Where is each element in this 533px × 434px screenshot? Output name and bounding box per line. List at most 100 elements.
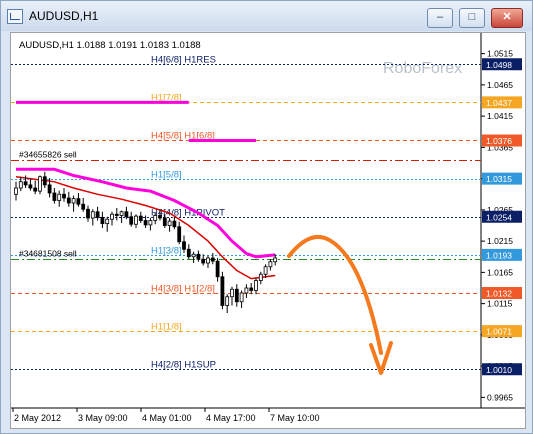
candle-body (28, 184, 33, 189)
candle (42, 171, 47, 188)
candle (119, 210, 124, 223)
candle (81, 198, 86, 212)
price-label: 1.0498 (486, 60, 512, 70)
price-tick-label: 0.9965 (487, 392, 513, 402)
maximize-button[interactable]: □ (459, 8, 485, 28)
level-label: H1[5/8] (151, 170, 182, 181)
price-label: 1.0193 (486, 250, 512, 260)
candle (95, 206, 100, 221)
candle-body (57, 193, 62, 201)
candle-body (234, 288, 239, 303)
candle-body (249, 287, 254, 291)
candle (249, 283, 254, 295)
candle (110, 211, 114, 226)
candle-body (71, 198, 76, 204)
candle (100, 211, 105, 228)
candle-body (186, 248, 191, 258)
minimize-button[interactable]: – (427, 8, 453, 28)
candle-body (114, 213, 119, 216)
order-label: #34681508 sell (19, 249, 77, 259)
candle (191, 251, 196, 263)
candle (239, 290, 244, 308)
candle-body (38, 176, 42, 192)
candle-body (177, 226, 182, 243)
title-bar[interactable]: AUDUSD,H1 – □ ✕ (1, 1, 532, 31)
price-label: 1.0315 (486, 174, 512, 184)
candle (167, 218, 172, 232)
candle (129, 211, 134, 227)
candle (230, 286, 234, 306)
level-label: H1[3/8] (151, 246, 182, 257)
price-tick-label: 1.0415 (487, 111, 513, 121)
candle-body (119, 211, 124, 216)
chart-area[interactable]: AUDUSD,H1 1.0188 1.0191 1.0183 1.0188 Ro… (10, 32, 526, 429)
candle-body (273, 257, 278, 263)
candle-body (90, 211, 95, 219)
price-label: 1.0376 (486, 136, 512, 146)
candle (186, 244, 191, 260)
candle-body (268, 261, 273, 268)
candle (196, 250, 201, 262)
price-label: 1.0437 (486, 98, 512, 108)
candle-body (110, 213, 114, 220)
candle (220, 271, 225, 310)
level-label: H4[6/8] H1RES (151, 55, 216, 66)
candle-body (66, 197, 71, 204)
price-label: 1.0071 (486, 327, 512, 337)
time-axis-label: 4 May 17:00 (206, 413, 256, 423)
candle-body (14, 187, 18, 195)
symbol-info: AUDUSD,H1 1.0188 1.0191 1.0183 1.0188 (19, 40, 201, 51)
price-label: 1.0254 (486, 212, 512, 222)
candle (134, 214, 138, 228)
price-tick-label: 1.0115 (487, 299, 513, 309)
candle (62, 188, 66, 202)
price-label: 1.0132 (486, 289, 512, 299)
candle-body (95, 211, 100, 218)
candle (38, 175, 42, 195)
candle-body (239, 292, 244, 303)
candle-body (167, 220, 172, 226)
level-label: H1[1/8] (151, 322, 182, 333)
candle (52, 188, 57, 204)
candle-body (254, 280, 258, 291)
candle-body (23, 181, 28, 186)
candle-body (86, 208, 90, 219)
candle-body (33, 187, 38, 192)
watermark: RoboForex (383, 60, 462, 77)
level-label: H4[3/8] H1[2/8] (151, 284, 215, 295)
price-tick-label: 1.0165 (487, 267, 513, 277)
candle (244, 284, 249, 298)
candle-body (244, 287, 249, 294)
candle-body (143, 220, 148, 226)
candle (71, 195, 76, 212)
candle-body (206, 257, 210, 264)
candle (268, 259, 273, 271)
time-axis-label: 4 May 01:00 (142, 413, 192, 423)
candle (258, 271, 263, 285)
candle (225, 294, 230, 313)
candle-body (162, 217, 167, 226)
candle-body (47, 184, 52, 194)
candle-body (81, 203, 86, 210)
candle-body (215, 260, 220, 278)
window-title: AUDUSD,H1 (29, 9, 99, 23)
forecast-arrow-icon (287, 235, 383, 355)
candle-body (105, 218, 110, 225)
candle-body (220, 276, 225, 306)
candle (215, 258, 220, 282)
level-label: H4[2/8] H1SUP (151, 360, 216, 371)
candle-body (148, 220, 153, 226)
candle (76, 193, 81, 207)
candle (254, 278, 258, 295)
close-button[interactable]: ✕ (491, 8, 523, 28)
candle-body (100, 216, 105, 225)
candle-body (263, 266, 268, 275)
candle-body (191, 253, 196, 258)
candle-body (258, 273, 263, 281)
price-chart[interactable]: AUDUSD,H1 1.0188 1.0191 1.0183 1.0188 Ro… (11, 33, 525, 428)
candle (210, 253, 215, 265)
time-axis-label: 3 May 09:00 (78, 413, 128, 423)
candle-body (153, 215, 158, 221)
candle-body (76, 198, 81, 205)
candle (33, 180, 38, 195)
